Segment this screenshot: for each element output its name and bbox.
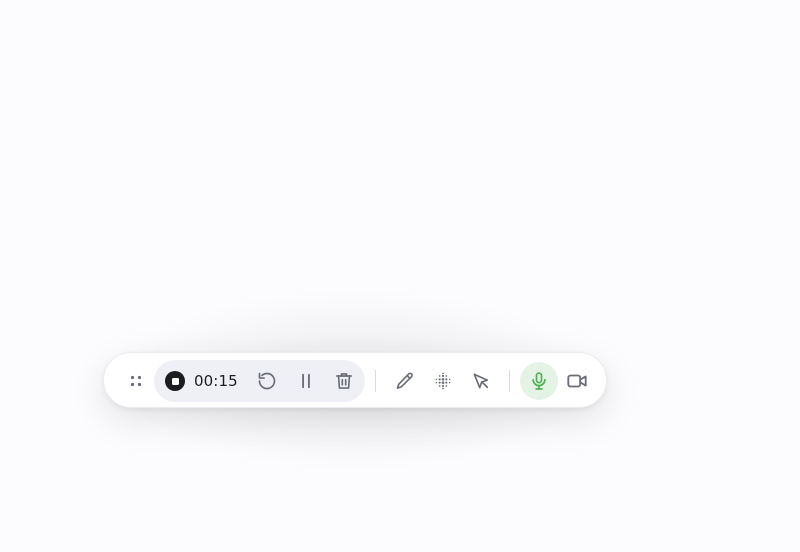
delete-button[interactable] <box>328 365 360 397</box>
toolbar-divider <box>509 370 510 392</box>
cursor-icon <box>473 373 489 389</box>
stop-button[interactable] <box>165 371 185 391</box>
toolbar-divider <box>375 370 376 392</box>
recording-timer: 00:15 <box>194 372 238 390</box>
pause-icon <box>302 373 310 389</box>
page-background: 00:15 <box>0 0 800 552</box>
recording-controls: 00:15 <box>154 360 365 402</box>
microphone-icon <box>532 372 546 390</box>
draw-button[interactable] <box>389 365 421 397</box>
blur-icon <box>435 372 451 390</box>
blur-button[interactable] <box>427 365 459 397</box>
trash-icon <box>336 373 352 389</box>
microphone-button[interactable] <box>520 362 558 400</box>
drag-handle-icon[interactable] <box>126 371 146 391</box>
video-camera-icon <box>567 374 587 388</box>
pencil-icon <box>396 372 413 389</box>
pointer-button[interactable] <box>465 365 497 397</box>
restart-button[interactable] <box>251 365 283 397</box>
recording-toolbar: 00:15 <box>103 352 607 408</box>
restart-icon <box>258 372 276 390</box>
pause-button[interactable] <box>290 365 322 397</box>
camera-button[interactable] <box>561 365 593 397</box>
stop-icon <box>171 377 179 385</box>
